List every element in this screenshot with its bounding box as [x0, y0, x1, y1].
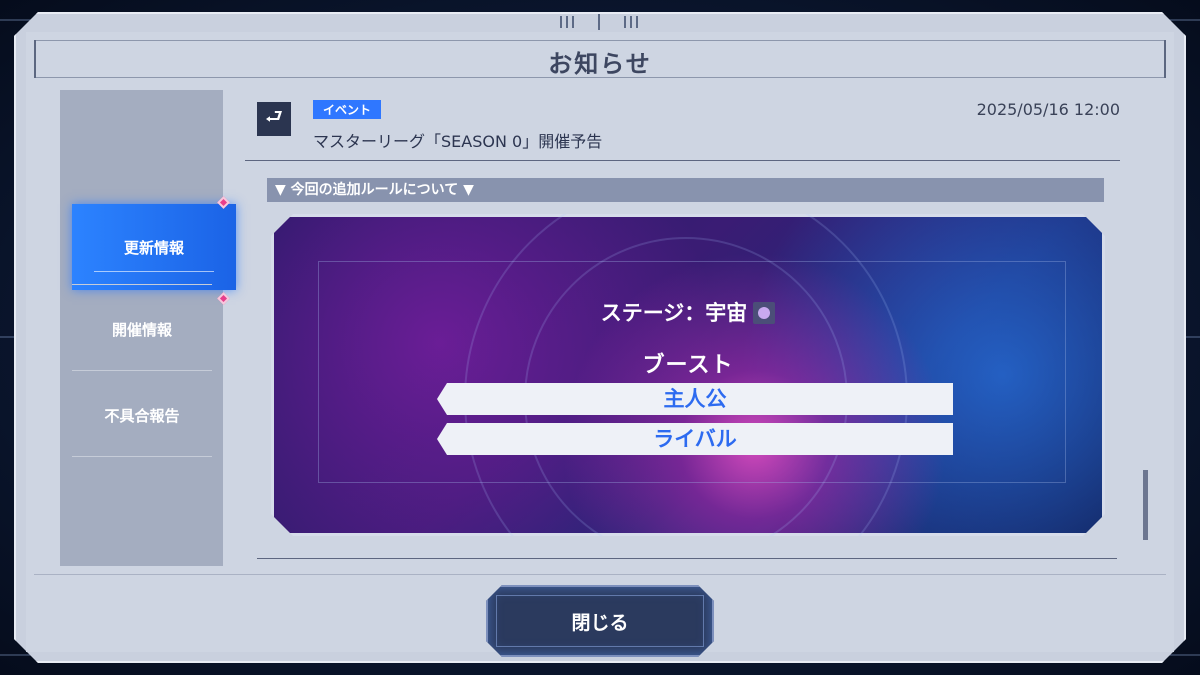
sidebar-item-label: 不具合報告	[104, 406, 180, 425]
boost-target: 主人公	[437, 383, 953, 415]
return-arrow-icon: ⮐	[257, 102, 291, 136]
scrollbar[interactable]	[1143, 470, 1148, 540]
planet-icon	[753, 302, 776, 324]
sidebar-item-label: 更新情報	[123, 238, 184, 257]
boost-target: ライバル	[437, 423, 953, 455]
divider	[72, 370, 212, 371]
divider	[72, 456, 212, 457]
rule-banner-image: ステージ：宇宙 ブースト 主人公 ライバル	[271, 214, 1105, 536]
stage-line: ステージ：宇宙	[274, 297, 1102, 327]
sidebar-item-updates[interactable]: 更新情報	[72, 204, 236, 290]
divider	[72, 284, 212, 285]
news-title: マスターリーグ「SEASON 0」開催予告	[313, 132, 603, 151]
close-button-label: 閉じる	[571, 611, 629, 634]
boost-label: ブースト	[642, 353, 734, 378]
news-date: 2025/05/16 12:00	[976, 100, 1120, 119]
stage-label: ステージ：宇宙	[600, 301, 748, 325]
header-decoration	[540, 14, 660, 32]
sidebar-item-label: 開催情報	[111, 320, 172, 339]
footer-divider	[34, 574, 1166, 575]
active-underline	[94, 271, 214, 272]
sidebar: 更新情報 開催情報 不具合報告	[60, 90, 236, 566]
content-divider	[257, 558, 1117, 567]
news-panel: ⮐ イベント マスターリーグ「SEASON 0」開催予告 2025/05/16 …	[245, 90, 1148, 567]
sidebar-item-events[interactable]: 開催情報	[72, 286, 212, 372]
section-heading: ▼ 今回の追加ルールについて ▼	[267, 178, 1104, 202]
news-header: ⮐ イベント マスターリーグ「SEASON 0」開催予告 2025/05/16 …	[245, 90, 1120, 161]
page-title: お知らせ	[548, 50, 652, 78]
category-tag: イベント	[313, 100, 382, 119]
sidebar-item-bug-reports[interactable]: 不具合報告	[72, 372, 212, 458]
close-button[interactable]: 閉じる	[486, 585, 714, 657]
